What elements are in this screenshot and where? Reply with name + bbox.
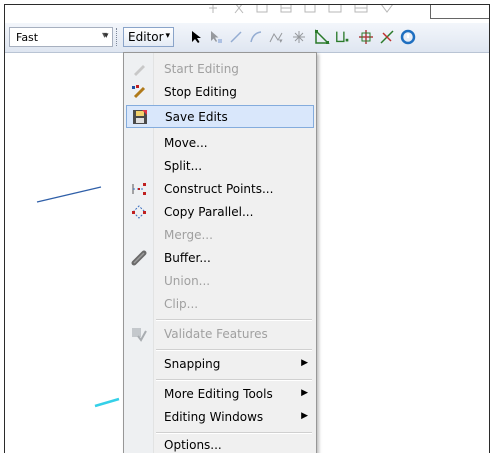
upper-toolbar-icons (209, 5, 393, 14)
menu-item-label: Validate Features (164, 327, 268, 341)
menu-item-label: Save Edits (165, 110, 228, 124)
mode-combobox-value: Fast (16, 31, 39, 44)
menu-item-merge[interactable]: Merge... (126, 224, 314, 247)
svg-text:▾: ▾ (279, 37, 283, 44)
application-window: Fast ▾ ▾ Editor ▾ ▾ Start Editing Stop E… (4, 4, 490, 453)
menu-item-options[interactable]: Options... (126, 434, 314, 453)
upper-toolbar-fragment (5, 5, 489, 23)
line-feature-selected (94, 397, 120, 408)
menu-item-label: Union... (164, 274, 211, 288)
save-icon (131, 109, 149, 125)
menu-item-copy-parallel[interactable]: Copy Parallel... (126, 201, 314, 224)
menu-item-label: Buffer... (164, 251, 211, 265)
validate-icon (130, 326, 148, 342)
line-feature (36, 186, 102, 203)
menu-item-label: More Editing Tools (164, 387, 273, 401)
menu-item-label: Start Editing (164, 62, 239, 76)
edit-vertices-icon[interactable] (314, 29, 330, 45)
menu-item-buffer[interactable]: Buffer... (126, 247, 314, 270)
mode-combobox[interactable]: Fast ▾ (9, 27, 113, 47)
menu-item-snapping[interactable]: Snapping ▶ (126, 353, 314, 376)
buffer-icon (130, 250, 148, 266)
chevron-down-icon: ▾ (165, 31, 170, 41)
menu-item-label: Copy Parallel... (164, 205, 254, 219)
menu-item-clip[interactable]: Clip... (126, 293, 314, 316)
menu-item-label: Snapping (164, 357, 221, 371)
menu-item-validate-features[interactable]: Validate Features (126, 323, 314, 346)
menu-separator (156, 379, 312, 381)
editor-dropdown-menu: Start Editing Stop Editing Save Edits Mo… (123, 52, 317, 453)
menu-item-stop-editing[interactable]: Stop Editing (126, 81, 314, 104)
toolbar-grip-handle[interactable] (116, 28, 121, 46)
trace-icon[interactable]: ▾ (268, 29, 284, 45)
submenu-arrow-icon: ▶ (301, 411, 308, 421)
menu-item-label: Editing Windows (164, 410, 264, 424)
reshape-feature-icon[interactable] (335, 29, 351, 45)
point-icon[interactable] (291, 29, 307, 45)
edit-tool-icon[interactable] (188, 29, 204, 45)
toolbar-options-icon[interactable]: ▾ (104, 31, 109, 41)
menu-item-split[interactable]: Split... (126, 155, 314, 178)
edit-annotation-tool-icon[interactable] (208, 29, 224, 45)
submenu-arrow-icon: ▶ (301, 358, 308, 368)
menu-item-label: Construct Points... (164, 182, 274, 196)
menu-item-construct-points[interactable]: Construct Points... (126, 178, 314, 201)
menu-item-label: Clip... (164, 297, 199, 311)
straight-segment-icon[interactable] (228, 29, 244, 45)
menu-item-save-edits[interactable]: Save Edits (126, 105, 314, 128)
menu-separator (156, 349, 312, 351)
menu-item-more-editing-tools[interactable]: More Editing Tools ▶ (126, 383, 314, 406)
menu-item-move[interactable]: Move... (126, 132, 314, 155)
editor-menu-label: Editor (128, 30, 164, 44)
menu-item-start-editing[interactable]: Start Editing (126, 58, 314, 81)
endpoint-arc-icon[interactable] (248, 29, 264, 45)
menu-item-label: Move... (164, 136, 208, 150)
copy-parallel-icon (130, 204, 148, 220)
cut-polygons-icon[interactable] (358, 29, 374, 45)
menu-item-label: Merge... (164, 228, 213, 242)
stop-editing-icon (130, 84, 148, 100)
menu-item-label: Split... (164, 159, 203, 173)
menu-item-label: Options... (164, 438, 222, 452)
rotate-tool-icon[interactable] (400, 29, 416, 45)
upper-toolbar-input[interactable] (430, 5, 489, 19)
editor-toolbar: Fast ▾ ▾ Editor ▾ ▾ (5, 23, 489, 53)
menu-item-editing-windows[interactable]: Editing Windows ▶ (126, 406, 314, 429)
menu-item-label: Stop Editing (164, 85, 237, 99)
submenu-arrow-icon: ▶ (301, 388, 308, 398)
construct-points-icon (130, 181, 148, 197)
editor-menu-button[interactable]: Editor ▾ (123, 27, 174, 47)
menu-separator (156, 319, 312, 321)
menu-item-union[interactable]: Union... (126, 270, 314, 293)
pencil-icon (130, 61, 148, 77)
split-tool-icon[interactable] (379, 29, 395, 45)
